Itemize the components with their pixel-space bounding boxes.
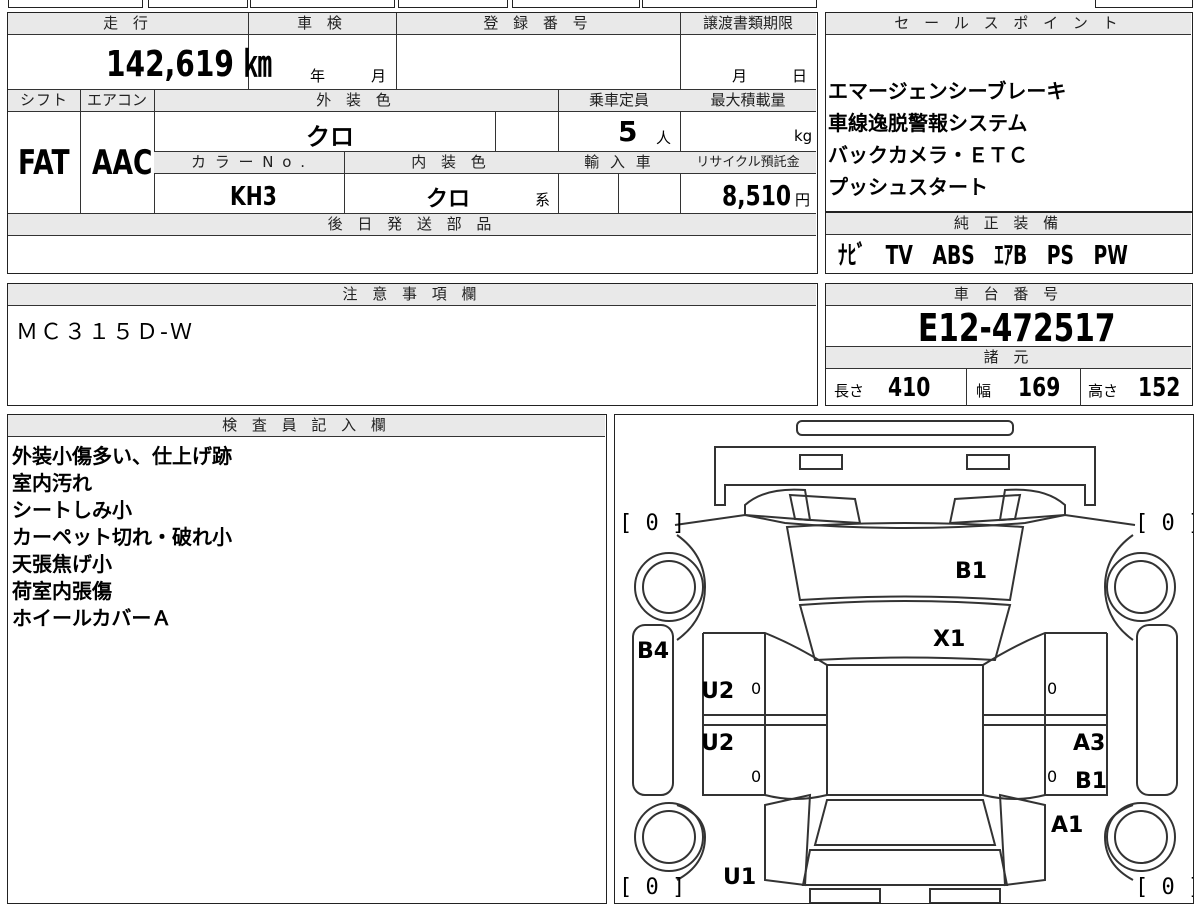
color-no-value: KH3 — [230, 182, 277, 212]
inspector-note: シートしみ小 — [12, 498, 132, 522]
chassis-box: 車 台 番 号 E12-472517 諸 元 長さ 410 幅 169 高さ 1… — [825, 283, 1193, 406]
tire-rear-left-rating: [ 0 ] — [619, 875, 686, 900]
top-strip-1 — [8, 0, 143, 8]
tire-front-right-rating: [ 0 ] — [1135, 511, 1193, 536]
equipment-item: ﾅﾋﾞ — [838, 241, 867, 271]
max-load-header: 最大積載量 — [680, 90, 816, 112]
inspector-note: カーペット切れ・破れ小 — [12, 525, 232, 549]
car-outline-diagram — [632, 420, 1178, 903]
mark-left-fender: B4 — [637, 639, 670, 664]
sales-point-item: 車線逸脱警報システム — [828, 111, 1028, 135]
caution-text: ＭＣ３１５Ｄ-Ｗ — [16, 320, 194, 345]
transfer-day-unit: 日 — [792, 67, 808, 85]
caution-box: 注 意 事 項 欄 ＭＣ３１５Ｄ-Ｗ — [7, 283, 818, 406]
sales-point-item: プッシュスタート — [828, 175, 988, 199]
width-value: 169 — [1018, 373, 1061, 403]
mark-hood: B1 — [955, 559, 988, 584]
mark-right-rear-door-a3: A3 — [1073, 731, 1106, 756]
capacity-value: 5 — [618, 115, 638, 148]
equipment-item: PS — [1046, 241, 1075, 271]
inspector-notes: 外装小傷多い、仕上げ跡 室内汚れ シートしみ小 カーペット切れ・破れ小 天張焦げ… — [12, 443, 232, 632]
inspector-note: 室内汚れ — [12, 471, 92, 495]
inspector-note: 外装小傷多い、仕上げ跡 — [12, 444, 232, 468]
top-strip-6 — [642, 0, 817, 8]
equipment-item: TV — [885, 241, 913, 271]
exterior-color-value: クロ — [306, 123, 354, 151]
inspector-header: 検 査 員 記 入 欄 — [8, 415, 605, 437]
chassis-number: E12-472517 — [918, 306, 1116, 350]
sales-points-list: エマージェンシーブレーキ 車線逸脱警報システム バックカメラ・ＥＴＣ プッシュス… — [828, 75, 1066, 203]
door-zero-mark: 0 — [751, 679, 762, 698]
mark-right-rear-door-b1: B1 — [1075, 769, 1108, 794]
inspector-box: 検 査 員 記 入 欄 外装小傷多い、仕上げ跡 室内汚れ シートしみ小 カーペッ… — [7, 414, 607, 904]
import-header: 輸 入 車 — [558, 152, 680, 174]
shift-value: FAT — [18, 143, 70, 183]
top-strip-4 — [398, 0, 508, 8]
mark-left-rear-quarter: U1 — [723, 865, 757, 890]
length-value: 410 — [888, 373, 931, 403]
genuine-equipment-list: ﾅﾋﾞ TV ABS ｴｱB PS PW — [838, 239, 1200, 273]
inspection-month-unit: 月 — [371, 67, 387, 85]
inspector-note: 天張焦げ小 — [12, 552, 112, 576]
genuine-equipment-box: 純 正 装 備 ﾅﾋﾞ TV ABS ｴｱB PS PW — [825, 212, 1193, 274]
mileage-value: 142,619 ㎞ — [106, 44, 272, 85]
sales-point-item: エマージェンシーブレーキ — [828, 79, 1067, 103]
transfer-month-unit: 月 — [732, 67, 748, 85]
capacity-unit: 人 — [656, 129, 672, 147]
later-parts-header: 後 日 発 送 部 品 — [8, 214, 816, 236]
caution-header: 注 意 事 項 欄 — [8, 284, 816, 306]
genuine-equipment-header: 純 正 装 備 — [826, 213, 1191, 235]
mark-right-rear-quarter: A1 — [1051, 813, 1084, 838]
shift-header: シフト — [8, 90, 80, 112]
chassis-header: 車 台 番 号 — [826, 284, 1191, 306]
sales-points-header: セ ー ル ス ポ イ ン ト — [826, 13, 1191, 35]
color-no-header: カ ラ ー N o . — [154, 152, 344, 174]
door-zero-mark: 0 — [1047, 767, 1058, 786]
inspection-year-unit: 年 — [310, 67, 326, 85]
interior-color-header: 内 装 色 — [344, 152, 558, 174]
inspector-note: 荷室内張傷 — [12, 579, 112, 603]
vehicle-info-table: 走 行 車 検 登 録 番 号 譲渡書類期限 142,619 ㎞ 年 月 月 日… — [7, 12, 818, 274]
mark-left-rear-door: U2 — [701, 731, 735, 756]
top-strip-5 — [512, 0, 640, 8]
recycle-header: リサイクル預託金 — [680, 152, 816, 174]
door-zero-mark: 0 — [1047, 679, 1058, 698]
length-label: 長さ — [834, 382, 865, 400]
transfer-deadline-header: 譲渡書類期限 — [680, 13, 816, 35]
mark-windshield: X1 — [933, 627, 966, 652]
mark-left-front-door: U2 — [701, 679, 735, 704]
tire-front-left-rating: [ 0 ] — [619, 511, 686, 536]
exterior-color-header: 外 装 色 — [154, 90, 558, 112]
equipment-item: ABS — [932, 241, 975, 271]
height-value: 152 — [1138, 373, 1181, 403]
top-strip-3 — [250, 0, 395, 8]
max-load-unit: kg — [794, 127, 813, 145]
ac-header: エアコン — [80, 90, 154, 112]
specs-header: 諸 元 — [826, 347, 1191, 369]
tire-rear-right-rating: [ 0 ] — [1135, 875, 1193, 900]
top-strip-7 — [1095, 0, 1193, 8]
sales-points-box: セ ー ル ス ポ イ ン ト エマージェンシーブレーキ 車線逸脱警報システム … — [825, 12, 1193, 212]
damage-diagram-box: [ 0 ] [ 0 ] [ 0 ] [ 0 ] B1 X1 B4 U2 U2 U… — [614, 414, 1194, 904]
registration-header: 登 録 番 号 — [396, 13, 680, 35]
height-label: 高さ — [1088, 382, 1119, 400]
equipment-item: PW — [1093, 241, 1128, 271]
inspector-note: ホイールカバーＡ — [12, 606, 172, 630]
capacity-header: 乗車定員 — [558, 90, 680, 112]
inspection-header: 車 検 — [248, 13, 396, 35]
top-strip-2 — [148, 0, 248, 8]
recycle-unit: 円 — [795, 191, 811, 209]
door-zero-mark: 0 — [751, 767, 762, 786]
interior-color-value: クロ — [426, 187, 471, 212]
sales-point-item: バックカメラ・ＥＴＣ — [828, 143, 1028, 167]
width-label: 幅 — [976, 382, 992, 400]
mileage-header: 走 行 — [8, 13, 248, 35]
equipment-item: ｴｱB — [994, 241, 1028, 271]
interior-color-suffix: 系 — [535, 191, 551, 209]
